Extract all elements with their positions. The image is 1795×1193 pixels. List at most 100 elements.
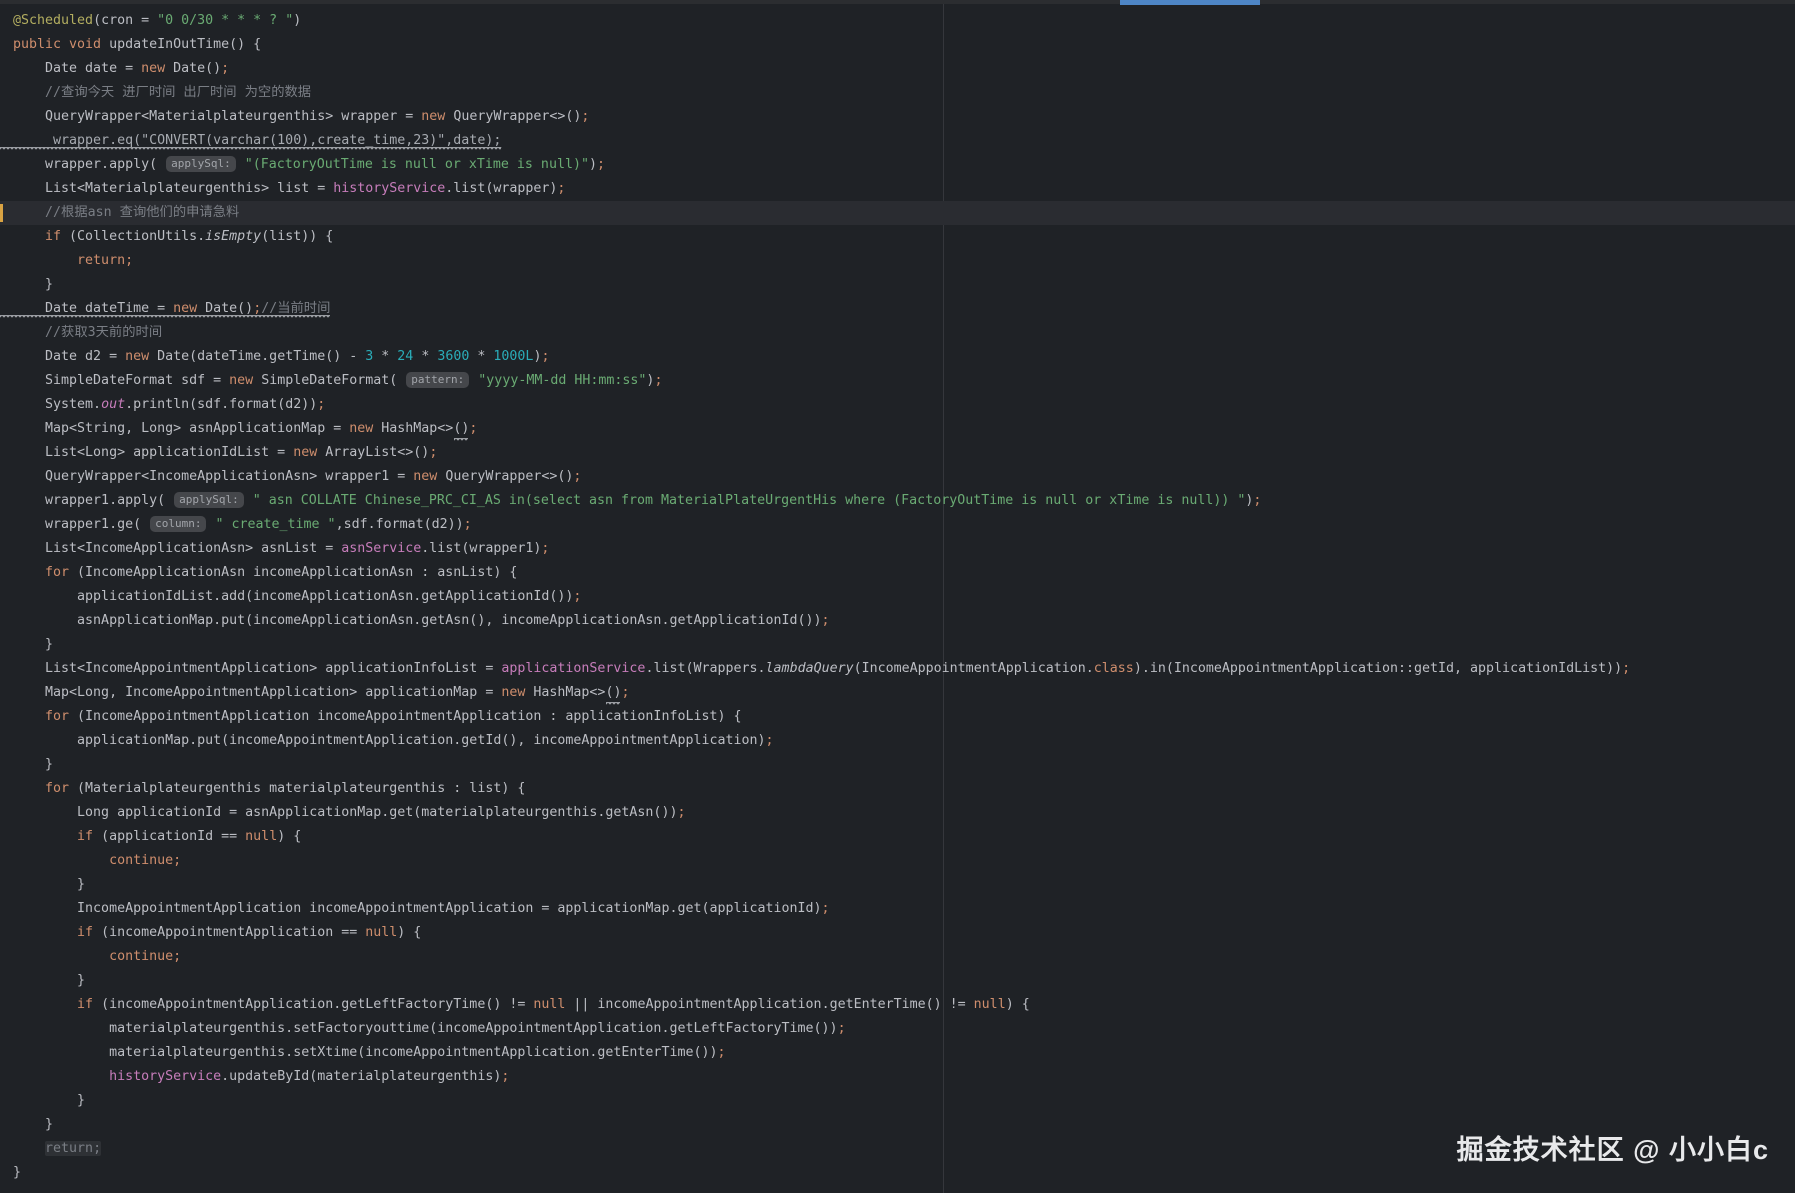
code-token: HashMap<>	[381, 421, 453, 436]
code-line[interactable]: IncomeAppointmentApplication incomeAppoi…	[0, 897, 1795, 921]
code-line[interactable]: return;	[0, 249, 1795, 273]
code-line[interactable]: if (incomeAppointmentApplication == null…	[0, 921, 1795, 945]
warning-wavy-underline	[0, 315, 330, 318]
code-token: *	[469, 349, 493, 364]
code-token: continue;	[13, 853, 181, 868]
code-token: lambdaQuery	[766, 661, 854, 676]
code-token: //根据asn 查询他们的申请急料	[13, 205, 239, 220]
code-token: }	[13, 1117, 53, 1132]
code-token: ;	[573, 469, 581, 484]
code-line[interactable]: List<IncomeAppointmentApplication> appli…	[0, 657, 1795, 681]
code-line[interactable]: wrapper1.ge( column: " create_time ",sdf…	[0, 513, 1795, 537]
code-line[interactable]: Map<String, Long> asnApplicationMap = ne…	[0, 417, 1795, 441]
code-token: ;	[253, 301, 261, 316]
code-token: (CollectionUtils.	[69, 229, 205, 244]
code-token: Date(dateTime.getTime() -	[157, 349, 365, 364]
code-token: ;	[1622, 661, 1630, 676]
code-token: QueryWrapper<>()	[445, 469, 573, 484]
code-line[interactable]: for (IncomeAppointmentApplication income…	[0, 705, 1795, 729]
code-line[interactable]: continue;	[0, 945, 1795, 969]
code-token: *	[373, 349, 397, 364]
code-token: "0 0/30 * * * ? "	[157, 13, 293, 28]
code-line[interactable]: applicationMap.put(incomeAppointmentAppl…	[0, 729, 1795, 753]
code-line[interactable]: //获取3天前的时间	[0, 321, 1795, 345]
code-token: Date()	[173, 61, 221, 76]
code-token: "yyyy-MM-dd HH:mm:ss"	[478, 373, 646, 388]
code-token: applicationService	[501, 661, 645, 676]
code-token: ;	[464, 517, 472, 532]
code-token: ;	[573, 589, 581, 604]
code-line[interactable]: asnApplicationMap.put(incomeApplicationA…	[0, 609, 1795, 633]
code-line[interactable]: Map<Long, IncomeAppointmentApplication> …	[0, 681, 1795, 705]
code-line[interactable]: //根据asn 查询他们的申请急料	[0, 201, 1795, 225]
code-line[interactable]: if (CollectionUtils.isEmpty(list)) {	[0, 225, 1795, 249]
code-line[interactable]: for (Materialplateurgenthis materialplat…	[0, 777, 1795, 801]
code-editor[interactable]: */ @Scheduled(cron = "0 0/30 * * * ? ")p…	[0, 0, 1795, 1193]
code-line[interactable]: Date dateTime = new Date();//当前时间	[0, 297, 1795, 321]
code-line[interactable]: if (incomeAppointmentApplication.getLeft…	[0, 993, 1795, 1017]
code-token: ) {	[397, 925, 421, 940]
code-token: for	[13, 709, 77, 724]
inlay-hint: applySql:	[166, 156, 236, 172]
code-token: ;	[766, 733, 774, 748]
code-token: }	[13, 757, 53, 772]
code-line[interactable]: }	[0, 969, 1795, 993]
code-line[interactable]: applicationIdList.add(incomeApplicationA…	[0, 585, 1795, 609]
code-line[interactable]: wrapper1.apply( applySql: " asn COLLATE …	[0, 489, 1795, 513]
code-token: ) {	[277, 829, 301, 844]
code-line[interactable]: materialplateurgenthis.setFactoryouttime…	[0, 1017, 1795, 1041]
code-line[interactable]: List<Long> applicationIdList = new Array…	[0, 441, 1795, 465]
code-line[interactable]: Long applicationId = asnApplicationMap.g…	[0, 801, 1795, 825]
active-tab-indicator	[1120, 0, 1260, 5]
code-token: }	[13, 1165, 21, 1180]
code-token: (Materialplateurgenthis materialplateurg…	[77, 781, 525, 796]
code-line[interactable]: //查询今天 进厂时间 出厂时间 为空的数据	[0, 81, 1795, 105]
code-line[interactable]: }	[0, 1089, 1795, 1113]
code-token: ;	[621, 685, 629, 700]
code-line[interactable]: }	[0, 873, 1795, 897]
code-token: if	[13, 229, 69, 244]
code-line[interactable]: Date d2 = new Date(dateTime.getTime() - …	[0, 345, 1795, 369]
code-line[interactable]: continue;	[0, 849, 1795, 873]
code-token: //当前时间	[261, 301, 330, 316]
code-token: .list(wrapper)	[445, 181, 557, 196]
code-token: }	[13, 277, 53, 292]
code-line[interactable]: wrapper.apply( applySql: "(FactoryOutTim…	[0, 153, 1795, 177]
code-line[interactable]: for (IncomeApplicationAsn incomeApplicat…	[0, 561, 1795, 585]
code-token: ;	[654, 373, 662, 388]
code-token: (incomeAppointmentApplication.getLeftFac…	[101, 997, 533, 1012]
code-line[interactable]: SimpleDateFormat sdf = new SimpleDateFor…	[0, 369, 1795, 393]
code-token: List<IncomeAppointmentApplication> appli…	[13, 661, 501, 676]
code-token: new	[413, 469, 445, 484]
code-token: ;	[677, 805, 685, 820]
code-line[interactable]: }	[0, 753, 1795, 777]
code-token: (IncomeAppointmentApplication incomeAppo…	[77, 709, 741, 724]
code-line[interactable]: QueryWrapper<IncomeApplicationAsn> wrapp…	[0, 465, 1795, 489]
code-area[interactable]: @Scheduled(cron = "0 0/30 * * * ? ")publ…	[0, 9, 1795, 1185]
code-token: new	[141, 61, 173, 76]
code-line[interactable]: public void updateInOutTime() {	[0, 33, 1795, 57]
code-token: asnApplicationMap.put(incomeApplicationA…	[13, 613, 822, 628]
code-token: .list(wrapper1)	[421, 541, 541, 556]
code-token: System.	[13, 397, 101, 412]
code-token	[237, 157, 245, 172]
code-line[interactable]: System.out.println(sdf.format(d2));	[0, 393, 1795, 417]
code-line[interactable]: historyService.updateById(materialplateu…	[0, 1065, 1795, 1089]
code-line[interactable]: List<IncomeApplicationAsn> asnList = asn…	[0, 537, 1795, 561]
code-line[interactable]: List<Materialplateurgenthis> list = hist…	[0, 177, 1795, 201]
code-token: ;	[221, 61, 229, 76]
code-token: Date d2 =	[13, 349, 125, 364]
code-token: ;	[838, 1021, 846, 1036]
code-line[interactable]: @Scheduled(cron = "0 0/30 * * * ? ")	[0, 9, 1795, 33]
code-token: if	[13, 829, 101, 844]
code-line[interactable]: }	[0, 633, 1795, 657]
code-token: }	[13, 637, 53, 652]
code-line[interactable]: materialplateurgenthis.setXtime(incomeAp…	[0, 1041, 1795, 1065]
code-line[interactable]: wrapper.eq("CONVERT(varchar(100),create_…	[0, 129, 1795, 153]
code-line[interactable]: QueryWrapper<Materialplateurgenthis> wra…	[0, 105, 1795, 129]
code-token: ;	[822, 613, 830, 628]
code-token: (IncomeAppointmentApplication.	[854, 661, 1094, 676]
code-line[interactable]: Date date = new Date();	[0, 57, 1795, 81]
code-line[interactable]: }	[0, 273, 1795, 297]
code-line[interactable]: if (applicationId == null) {	[0, 825, 1795, 849]
